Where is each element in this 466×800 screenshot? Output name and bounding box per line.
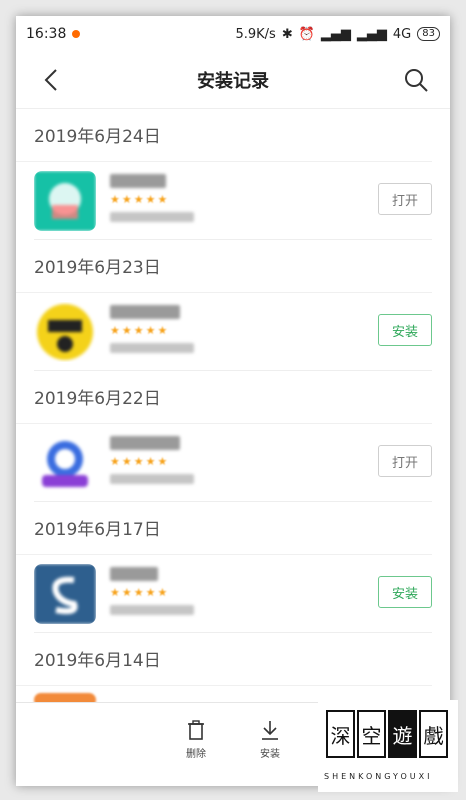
rating-stars: ★ ★ ★ ★ ★ bbox=[110, 193, 168, 206]
list-item[interactable]: ★ ★ ★ ★ ★ 打开 bbox=[34, 162, 432, 240]
date-header: 2019年6月17日 bbox=[16, 502, 432, 555]
install-label: 安装 bbox=[260, 749, 280, 760]
watermark-char: 深 bbox=[326, 710, 355, 758]
watermark-char: 空 bbox=[357, 710, 386, 758]
list-item[interactable]: ★ ★ ★ ★ ★ 打开 bbox=[34, 424, 432, 502]
page-title: 安装记录 bbox=[197, 71, 269, 92]
bluetooth-icon: ✱ bbox=[281, 26, 293, 42]
app-name-blurred bbox=[110, 305, 180, 319]
app-meta-blurred bbox=[110, 474, 194, 484]
search-button[interactable] bbox=[402, 66, 430, 94]
app-icon bbox=[34, 564, 96, 624]
search-icon bbox=[405, 69, 428, 92]
date-header: 2019年6月14日 bbox=[16, 633, 432, 686]
rating-stars: ★ ★ ★ ★ ★ bbox=[110, 455, 168, 468]
list-item[interactable]: ★ ★ ★ ★ ★ 安装 bbox=[34, 555, 432, 633]
date-header: 2019年6月23日 bbox=[16, 240, 432, 293]
install-button[interactable]: 安装 bbox=[378, 314, 432, 346]
battery-icon: 83 bbox=[417, 27, 440, 41]
alarm-icon: ⏰ bbox=[298, 26, 315, 42]
date-header: 2019年6月24日 bbox=[16, 109, 432, 162]
app-icon bbox=[34, 302, 96, 362]
back-arrow-icon bbox=[44, 69, 57, 91]
delete-label: 删除 bbox=[186, 749, 206, 760]
app-meta-blurred bbox=[110, 605, 194, 615]
app-icon bbox=[34, 171, 96, 231]
app-meta-blurred bbox=[110, 343, 194, 353]
date-header: 2019年6月22日 bbox=[16, 371, 432, 424]
back-button[interactable] bbox=[38, 66, 66, 94]
app-info: ★ ★ ★ ★ ★ bbox=[110, 174, 194, 222]
app-icon bbox=[34, 433, 96, 493]
watermark-text: SHENKONGYOUXI bbox=[324, 772, 433, 781]
watermark-logo: 深 空 遊 戲 SHENKONGYOUXI bbox=[318, 700, 458, 792]
install-button[interactable]: 安装 bbox=[378, 576, 432, 608]
install-history-list: 2019年6月24日 ★ ★ ★ ★ ★ 打开 2019年6月23日 ★ ★ ★… bbox=[16, 109, 450, 764]
app-name-blurred bbox=[110, 174, 166, 188]
app-meta-blurred bbox=[110, 212, 194, 222]
app-info: ★ ★ ★ ★ ★ bbox=[110, 305, 194, 353]
status-time: 16:38 bbox=[26, 26, 67, 42]
delete-button[interactable]: 删除 bbox=[176, 719, 216, 760]
phone-screen: 16:38 5.9K/s ✱ ⏰ ▂▄▆ ▂▄▆ 4G 83 安装记录 2019… bbox=[16, 16, 450, 786]
nav-bar: 安装记录 bbox=[16, 52, 450, 109]
app-name-blurred bbox=[110, 436, 180, 450]
download-icon bbox=[262, 721, 278, 740]
signal-icon: ▂▄▆ bbox=[320, 26, 351, 42]
app-info: ★ ★ ★ ★ ★ bbox=[110, 436, 194, 484]
signal-icon-2: ▂▄▆ bbox=[356, 26, 387, 42]
install-all-button[interactable]: 安装 bbox=[250, 719, 290, 760]
list-item[interactable]: ★ ★ ★ ★ ★ 安装 bbox=[34, 293, 432, 371]
rating-stars: ★ ★ ★ ★ ★ bbox=[110, 586, 168, 599]
trash-icon bbox=[188, 720, 204, 740]
open-button[interactable]: 打开 bbox=[378, 445, 432, 477]
app-info: ★ ★ ★ ★ ★ bbox=[110, 567, 194, 615]
network-type: 4G bbox=[392, 26, 412, 42]
rating-stars: ★ ★ ★ ★ ★ bbox=[110, 324, 168, 337]
app-name-blurred bbox=[110, 567, 158, 581]
watermark-char: 遊 bbox=[388, 710, 417, 758]
open-button[interactable]: 打开 bbox=[378, 183, 432, 215]
status-bar: 16:38 5.9K/s ✱ ⏰ ▂▄▆ ▂▄▆ 4G 83 bbox=[16, 16, 450, 52]
network-speed: 5.9K/s bbox=[235, 26, 276, 42]
watermark-char: 戲 bbox=[419, 710, 448, 758]
notification-dot-icon bbox=[72, 30, 81, 38]
